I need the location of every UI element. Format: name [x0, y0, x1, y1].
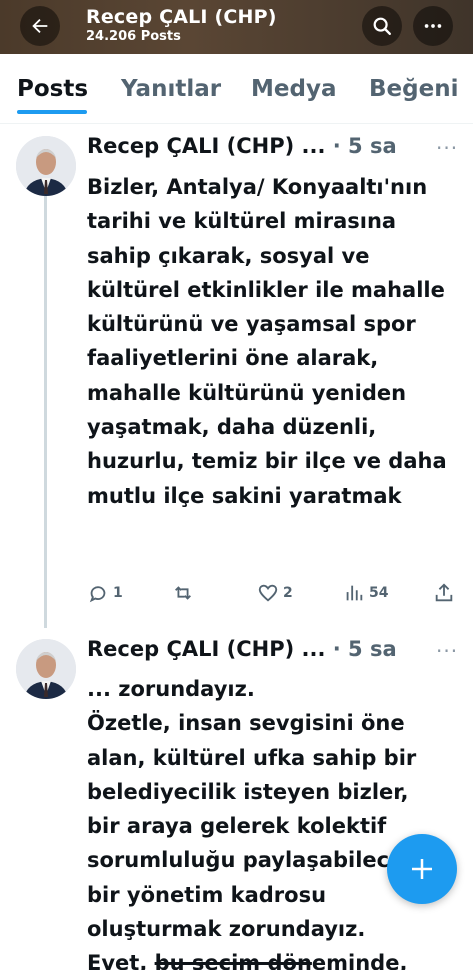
view-count: 54 [369, 585, 389, 601]
analytics-icon [346, 585, 363, 601]
avatar-portrait-icon [16, 639, 76, 699]
tab-replies[interactable]: Yanıtlar [121, 76, 221, 102]
back-arrow-icon [32, 18, 48, 34]
tweet-tail-text: Evet, bu seçim döneminde, [87, 946, 447, 970]
tweet-actions: 1 2 54 [87, 582, 467, 612]
tweet-author-line: Recep ÇALI (CHP) ... · 5 sa [87, 637, 397, 661]
views-button[interactable]: 54 [343, 582, 388, 604]
tweet-text: ... zorundayız. Özetle, insan sevgisini … [87, 672, 447, 970]
compose-button[interactable] [387, 834, 457, 904]
like-count: 2 [283, 585, 293, 601]
reply-icon [89, 586, 106, 603]
reply-button[interactable]: 1 [87, 582, 123, 604]
tweet-more-icon[interactable]: ··· [436, 639, 458, 663]
search-button[interactable] [362, 6, 402, 46]
avatar[interactable] [16, 639, 76, 699]
tweet-text: Bizler, Antalya/ Konyaaltı'nın tarihi ve… [87, 175, 447, 508]
avatar-portrait-icon [16, 136, 76, 196]
tweet-tail-struck: bu seçim dön [154, 951, 312, 970]
tweet-timestamp[interactable]: · 5 sa [333, 134, 397, 158]
tab-posts[interactable]: Posts [17, 76, 88, 102]
profile-header: Recep ÇALI (CHP) 24.206 Posts [0, 0, 473, 54]
tweet-more-icon[interactable]: ··· [436, 136, 458, 160]
reply-count: 1 [113, 585, 123, 601]
author-name[interactable]: Recep ÇALI (CHP) ... [87, 134, 325, 158]
profile-name: Recep ÇALI (CHP) [86, 6, 277, 28]
plus-icon [412, 859, 432, 879]
like-button[interactable]: 2 [257, 582, 293, 604]
tab-likes[interactable]: Beğeni [369, 76, 458, 102]
tab-media[interactable]: Medya [251, 76, 336, 102]
active-tab-indicator [17, 110, 87, 114]
more-icon [424, 24, 442, 28]
profile-tabs: Posts Yanıtlar Medya Beğeni [0, 54, 473, 124]
retweet-icon [175, 586, 191, 600]
tweet-tail-end: eminde, [311, 951, 408, 970]
tweet-lead-text: ... zorundayız. [87, 677, 255, 701]
post-count: 24.206 Posts [86, 29, 181, 44]
share-icon [435, 583, 453, 602]
tweet-author-line: Recep ÇALI (CHP) ... · 5 sa [87, 134, 397, 158]
avatar[interactable] [16, 136, 76, 196]
tweet-tail-start: Evet, [87, 951, 155, 970]
tweet-timestamp[interactable]: · 5 sa [333, 637, 397, 661]
tweet-main-text: Özetle, insan sevgisini öne alan, kültür… [87, 711, 418, 942]
search-icon [373, 17, 391, 35]
share-button[interactable] [433, 582, 455, 604]
header-titles: Recep ÇALI (CHP) 24.206 Posts [86, 6, 277, 46]
back-button[interactable] [20, 6, 60, 46]
author-name[interactable]: Recep ÇALI (CHP) ... [87, 637, 325, 661]
thread-connector-line [44, 196, 47, 628]
heart-icon [258, 584, 278, 602]
more-options-button[interactable] [413, 6, 453, 46]
retweet-button[interactable] [171, 582, 199, 604]
